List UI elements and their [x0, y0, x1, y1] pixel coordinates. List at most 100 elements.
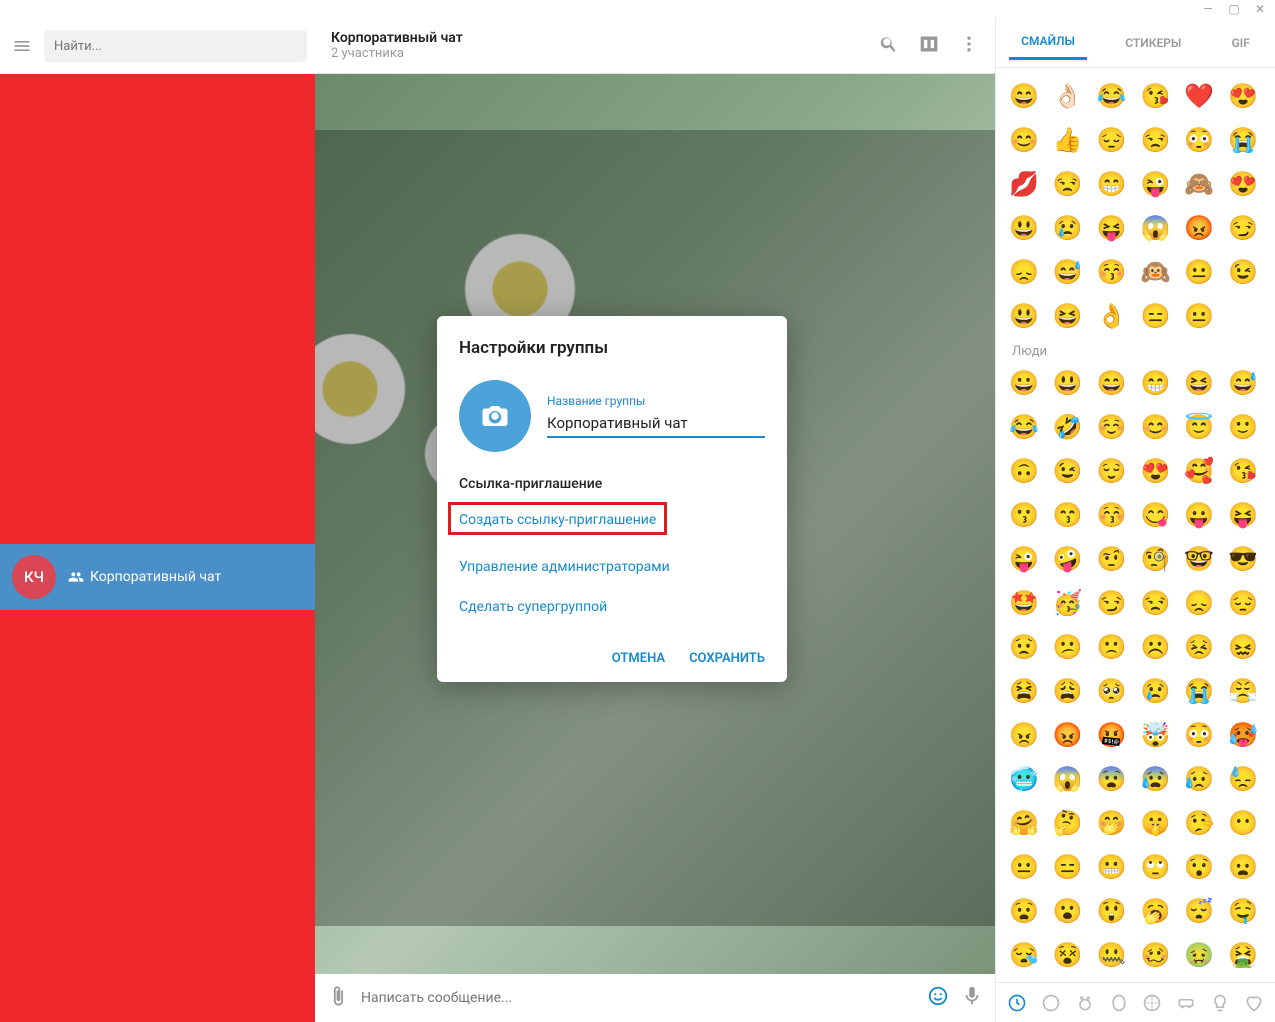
emoji-item[interactable]: 🙂 — [1227, 411, 1259, 443]
emoji-item[interactable]: 🤯 — [1139, 719, 1171, 751]
emoji-item[interactable]: 😮 — [1052, 895, 1084, 927]
emoji-item[interactable]: 😜 — [1139, 168, 1171, 200]
emoji-item[interactable]: 😗 — [1008, 499, 1040, 531]
emoji-item[interactable]: 😞 — [1008, 256, 1040, 288]
emoji-item[interactable]: ☹️ — [1139, 631, 1171, 663]
more-icon[interactable] — [959, 34, 979, 58]
emoji-item[interactable]: 🤪 — [1052, 543, 1084, 575]
emoji-scroll[interactable]: 😄👌🏻😂😘❤️😍😊👍😔😒😳😭💋😒😁😜🙈😍😃😢😝😱😡😏😞😅😚🙉😐😉😃😆👌😑😐 Лю… — [996, 68, 1275, 982]
search-icon[interactable] — [879, 34, 899, 58]
emoji-item[interactable]: 😐 — [1183, 300, 1215, 332]
search-input[interactable] — [44, 30, 307, 62]
emoji-item[interactable]: 🤨 — [1096, 543, 1128, 575]
cat-symbols-icon[interactable] — [1242, 991, 1266, 1015]
emoji-item[interactable]: 😃 — [1052, 367, 1084, 399]
emoji-item[interactable]: 😅 — [1227, 367, 1259, 399]
emoji-item[interactable]: 😚 — [1096, 256, 1128, 288]
emoji-item[interactable]: 😣 — [1183, 631, 1215, 663]
emoji-item[interactable]: 😒 — [1139, 124, 1171, 156]
emoji-item[interactable]: 😆 — [1052, 300, 1084, 332]
emoji-item[interactable]: 🥱 — [1139, 895, 1171, 927]
emoji-item[interactable]: 😞 — [1183, 587, 1215, 619]
emoji-item[interactable]: 😆 — [1183, 367, 1215, 399]
emoji-item[interactable]: 😡 — [1052, 719, 1084, 751]
group-name-input[interactable] — [547, 410, 765, 438]
emoji-item[interactable]: 😳 — [1183, 124, 1215, 156]
emoji-item[interactable]: 😝 — [1096, 212, 1128, 244]
tab-stickers[interactable]: СТИКЕРЫ — [1113, 30, 1193, 56]
emoji-item[interactable]: 🧐 — [1139, 543, 1171, 575]
emoji-item[interactable]: 😁 — [1139, 367, 1171, 399]
emoji-item[interactable]: 😟 — [1008, 631, 1040, 663]
emoji-item[interactable]: 👌 — [1096, 300, 1128, 332]
emoji-item[interactable]: 😱 — [1052, 763, 1084, 795]
emoji-icon[interactable] — [927, 985, 949, 1011]
emoji-item[interactable]: 😨 — [1096, 763, 1128, 795]
emoji-item[interactable]: 🤐 — [1096, 939, 1128, 971]
emoji-item[interactable]: 😑 — [1139, 300, 1171, 332]
emoji-item[interactable]: 🥺 — [1096, 675, 1128, 707]
emoji-item[interactable]: 😫 — [1008, 675, 1040, 707]
attach-icon[interactable] — [327, 985, 349, 1011]
menu-icon[interactable] — [8, 32, 36, 60]
emoji-item[interactable]: 😇 — [1183, 411, 1215, 443]
chat-list-item[interactable]: КЧ Корпоративный чат — [0, 544, 315, 610]
cat-food-icon[interactable] — [1107, 991, 1131, 1015]
emoji-item[interactable]: 👌🏻 — [1052, 80, 1084, 112]
emoji-item[interactable]: 😘 — [1227, 455, 1259, 487]
emoji-item[interactable]: 🥴 — [1139, 939, 1171, 971]
emoji-item[interactable]: 💋 — [1008, 168, 1040, 200]
emoji-item[interactable]: 😪 — [1008, 939, 1040, 971]
emoji-item[interactable]: 😃 — [1008, 212, 1040, 244]
emoji-item[interactable]: 😥 — [1183, 763, 1215, 795]
emoji-item[interactable]: 😴 — [1183, 895, 1215, 927]
cat-animals-icon[interactable] — [1073, 991, 1097, 1015]
emoji-item[interactable]: 😲 — [1096, 895, 1128, 927]
emoji-item[interactable]: 😒 — [1052, 168, 1084, 200]
emoji-item[interactable]: ☺️ — [1096, 411, 1128, 443]
emoji-item[interactable]: 🥳 — [1052, 587, 1084, 619]
emoji-item[interactable]: 😯 — [1183, 851, 1215, 883]
emoji-item[interactable]: 😋 — [1139, 499, 1171, 531]
emoji-item[interactable]: 🤫 — [1139, 807, 1171, 839]
group-photo-button[interactable] — [459, 380, 531, 452]
emoji-item[interactable]: 🙉 — [1139, 256, 1171, 288]
emoji-item[interactable]: 😂 — [1096, 80, 1128, 112]
emoji-item[interactable]: 🙃 — [1008, 455, 1040, 487]
emoji-item[interactable]: 😳 — [1183, 719, 1215, 751]
cat-travel-icon[interactable] — [1174, 991, 1198, 1015]
window-maximize-icon[interactable]: ▢ — [1227, 2, 1241, 16]
cat-recent-icon[interactable] — [1005, 991, 1029, 1015]
emoji-item[interactable]: 😭 — [1183, 675, 1215, 707]
emoji-item[interactable]: 😜 — [1008, 543, 1040, 575]
emoji-item[interactable]: 🤗 — [1008, 807, 1040, 839]
cat-activity-icon[interactable] — [1140, 991, 1164, 1015]
emoji-item[interactable]: 😂 — [1008, 411, 1040, 443]
emoji-item[interactable]: 🤥 — [1183, 807, 1215, 839]
emoji-item[interactable]: 😊 — [1008, 124, 1040, 156]
emoji-item[interactable]: 😓 — [1227, 763, 1259, 795]
emoji-item[interactable]: 😏 — [1096, 587, 1128, 619]
emoji-item[interactable]: 😌 — [1096, 455, 1128, 487]
emoji-item[interactable]: 🤓 — [1183, 543, 1215, 575]
panel-icon[interactable] — [919, 34, 939, 58]
emoji-item[interactable]: 🙈 — [1183, 168, 1215, 200]
emoji-item[interactable]: 😐 — [1183, 256, 1215, 288]
emoji-item[interactable]: 😕 — [1052, 631, 1084, 663]
emoji-item[interactable]: 😖 — [1227, 631, 1259, 663]
emoji-item[interactable]: 🤩 — [1008, 587, 1040, 619]
emoji-item[interactable]: 😬 — [1096, 851, 1128, 883]
emoji-item[interactable]: 😠 — [1008, 719, 1040, 751]
emoji-item[interactable]: 🤮 — [1227, 939, 1259, 971]
emoji-item[interactable]: 🤬 — [1096, 719, 1128, 751]
emoji-item[interactable]: 😧 — [1008, 895, 1040, 927]
emoji-item[interactable]: 😁 — [1096, 168, 1128, 200]
emoji-item[interactable]: 😔 — [1096, 124, 1128, 156]
emoji-item[interactable]: 😶 — [1227, 807, 1259, 839]
cat-objects-icon[interactable] — [1208, 991, 1232, 1015]
emoji-item[interactable]: 🤤 — [1227, 895, 1259, 927]
emoji-item[interactable]: 🤢 — [1183, 939, 1215, 971]
cat-smile-icon[interactable] — [1039, 991, 1063, 1015]
emoji-item[interactable]: 😘 — [1139, 80, 1171, 112]
emoji-item[interactable]: 😰 — [1139, 763, 1171, 795]
